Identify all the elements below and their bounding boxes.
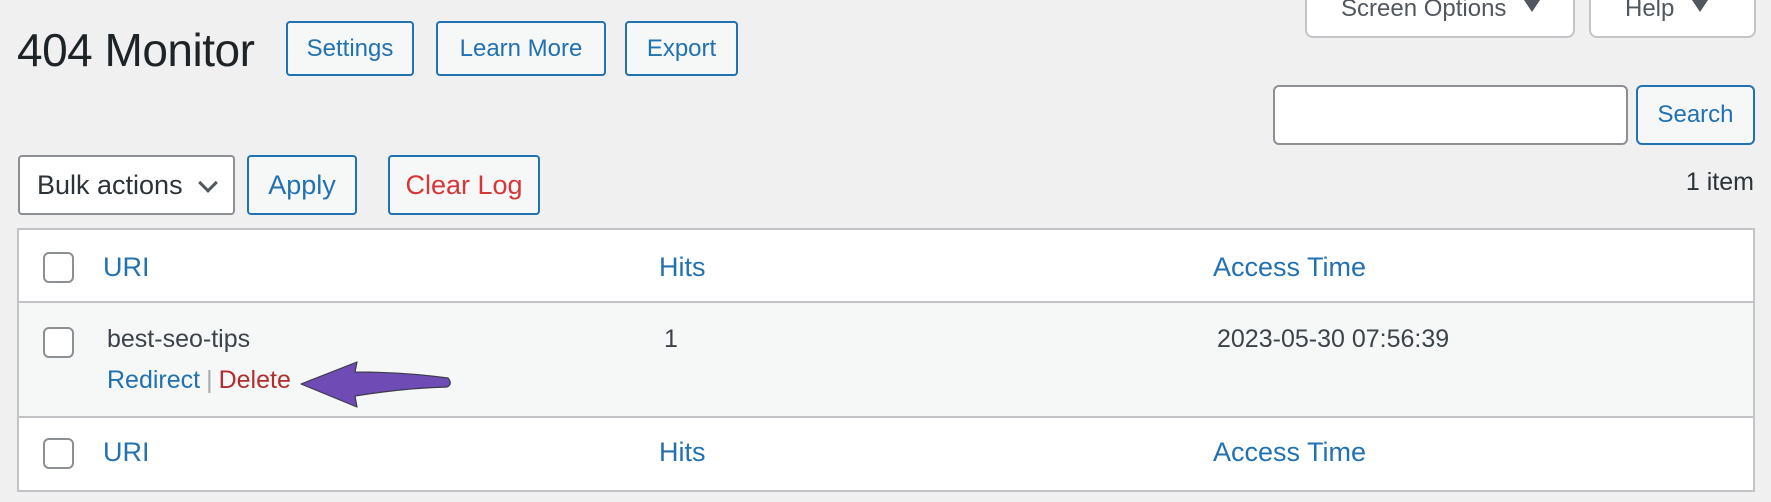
column-header-uri[interactable]: URI xyxy=(103,252,150,283)
search-button[interactable]: Search xyxy=(1636,85,1755,145)
select-all-checkbox[interactable] xyxy=(43,252,74,283)
select-all-checkbox-footer[interactable] xyxy=(43,438,74,469)
triangle-down-icon xyxy=(1692,0,1709,12)
screen-options-button[interactable]: Screen Options xyxy=(1305,0,1575,38)
uri-cell: best-seo-tips xyxy=(107,325,251,353)
redirect-link[interactable]: Redirect xyxy=(107,366,200,394)
export-button[interactable]: Export xyxy=(625,21,738,76)
column-header-hits[interactable]: Hits xyxy=(659,252,706,283)
table-header-row: URI Hits Access Time xyxy=(19,230,1753,303)
chevron-down-icon xyxy=(198,173,218,193)
learn-more-button[interactable]: Learn More xyxy=(436,21,606,76)
settings-button[interactable]: Settings xyxy=(286,21,414,76)
column-footer-hits[interactable]: Hits xyxy=(659,437,706,468)
delete-link[interactable]: Delete xyxy=(219,366,291,394)
clear-log-button[interactable]: Clear Log xyxy=(388,155,540,215)
column-footer-uri[interactable]: URI xyxy=(103,437,150,468)
hits-cell: 1 xyxy=(664,325,678,353)
annotation-arrow-icon xyxy=(300,361,451,408)
search-input[interactable] xyxy=(1273,85,1628,145)
triangle-down-icon xyxy=(1524,0,1541,12)
table-footer-row: URI Hits Access Time xyxy=(19,418,1753,490)
row-actions: Redirect | Delete xyxy=(107,366,291,395)
screen-options-label: Screen Options xyxy=(1341,0,1507,22)
access-time-cell: 2023-05-30 07:56:39 xyxy=(1217,325,1450,353)
apply-button[interactable]: Apply xyxy=(247,155,357,215)
table-row: best-seo-tips 1 2023-05-30 07:56:39 Redi… xyxy=(19,303,1753,418)
bulk-actions-label: Bulk actions xyxy=(37,170,183,200)
bulk-actions-select[interactable]: Bulk actions xyxy=(18,155,235,215)
404-log-table: URI Hits Access Time best-seo-tips 1 202… xyxy=(17,228,1755,492)
column-footer-access-time[interactable]: Access Time xyxy=(1213,437,1366,468)
action-separator: | xyxy=(206,366,213,394)
help-button[interactable]: Help xyxy=(1589,0,1756,38)
page-title: 404 Monitor xyxy=(17,24,255,76)
row-checkbox[interactable] xyxy=(43,327,74,358)
help-label: Help xyxy=(1625,0,1675,22)
item-count: 1 item xyxy=(1685,168,1754,196)
column-header-access-time[interactable]: Access Time xyxy=(1213,252,1366,283)
